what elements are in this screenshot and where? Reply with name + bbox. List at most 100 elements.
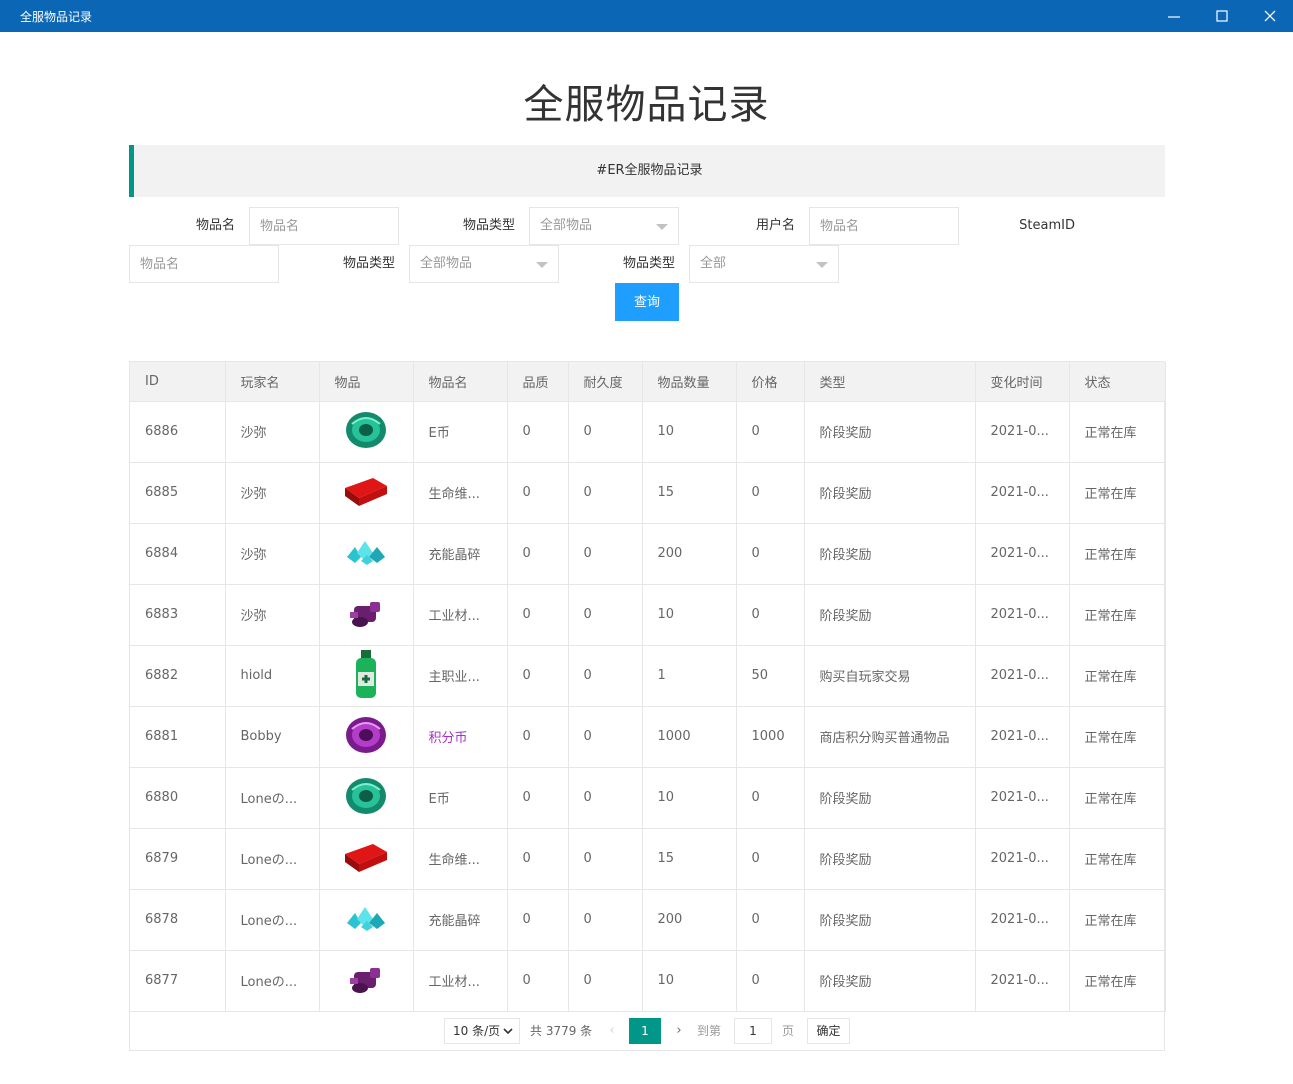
pagination: 10 条/页 共 3779 条 ‹ 1 › 到第 1 页 确定 (130, 1012, 1164, 1050)
col-header-count[interactable]: 物品数量 (642, 362, 737, 402)
cell-item-icon (319, 889, 414, 951)
cell-durability: 0 (568, 889, 643, 951)
cell-quality: 0 (507, 828, 569, 890)
cell-item-name: 主职业... (413, 645, 508, 707)
table-row[interactable]: 6883 沙弥 工业材... 0 0 10 0 阶段奖励 2021-0... 正常在库 (130, 584, 1166, 646)
cell-item-icon (319, 462, 414, 524)
page-size-select[interactable]: 10 条/页 (444, 1018, 520, 1044)
cell-quality: 0 (507, 523, 569, 585)
confirm-button[interactable]: 确定 (807, 1018, 850, 1044)
close-icon[interactable] (1247, 0, 1293, 32)
col-header-player[interactable]: 玩家名 (225, 362, 320, 402)
cell-durability: 0 (568, 950, 643, 1012)
cell-player: Loneの... (225, 889, 320, 951)
goto-page-input[interactable]: 1 (734, 1018, 772, 1044)
cell-time: 2021-0... (975, 706, 1070, 768)
chevron-down-icon (656, 224, 668, 230)
cell-durability: 0 (568, 767, 643, 829)
table-row[interactable]: 6879 Loneの... 生命维... 0 0 15 0 阶段奖励 2021-0... 正常在库 (130, 828, 1166, 890)
username-input[interactable] (809, 207, 959, 245)
cell-player: hiold (225, 645, 320, 707)
cell-quality: 0 (507, 706, 569, 768)
notice-banner: #ER全服物品记录 (129, 145, 1165, 197)
steamid-input[interactable] (129, 245, 279, 283)
cell-status: 正常在库 (1069, 706, 1166, 768)
item-type3-label: 物品类型 (622, 256, 675, 271)
page-size-value: 10 条/页 (453, 1024, 501, 1038)
cell-quality: 0 (507, 889, 569, 951)
green-bottle-icon (351, 648, 381, 704)
crystal-shards-icon (343, 535, 389, 573)
cell-type: 商店积分购买普通物品 (804, 706, 976, 768)
table-row[interactable]: 6880 Loneの... E币 0 0 10 0 阶段奖励 2021-0... 正常在库 (130, 767, 1166, 829)
cell-id: 6879 (130, 828, 226, 890)
cell-item-icon (319, 645, 414, 707)
cell-player: Loneの... (225, 828, 320, 890)
cell-time: 2021-0... (975, 523, 1070, 585)
item-type3-select[interactable]: 全部 (689, 245, 839, 283)
cell-price: 0 (736, 401, 805, 463)
maximize-icon[interactable] (1199, 0, 1245, 32)
table-row[interactable]: 6884 沙弥 充能晶碎 0 0 200 0 阶段奖励 2021-0... 正常在库 (130, 523, 1166, 585)
cell-player: 沙弥 (225, 584, 320, 646)
cell-item-icon (319, 523, 414, 585)
cell-price: 0 (736, 828, 805, 890)
total-count: 共 3779 条 (530, 1024, 593, 1038)
cell-price: 0 (736, 462, 805, 524)
cell-durability: 0 (568, 401, 643, 463)
cell-count: 15 (642, 828, 737, 890)
col-header-item-name[interactable]: 物品名 (413, 362, 508, 402)
item-type2-select[interactable]: 全部物品 (409, 245, 559, 283)
cell-status: 正常在库 (1069, 889, 1166, 951)
table-row[interactable]: 6882 hiold 主职业... 0 0 1 50 购买自玩家交易 2021-0... 正常在库 (130, 645, 1166, 707)
col-header-price[interactable]: 价格 (736, 362, 805, 402)
cell-count: 10 (642, 767, 737, 829)
cell-item-icon (319, 584, 414, 646)
cell-status: 正常在库 (1069, 584, 1166, 646)
cell-type: 阶段奖励 (804, 401, 976, 463)
cell-id: 6877 (130, 950, 226, 1012)
cell-time: 2021-0... (975, 584, 1070, 646)
next-page-icon[interactable]: › (669, 1018, 689, 1044)
item-type-select[interactable]: 全部物品 (529, 207, 679, 245)
cell-count: 15 (642, 462, 737, 524)
current-page-button[interactable]: 1 (629, 1018, 661, 1044)
chevron-down-icon (816, 262, 828, 268)
col-header-status[interactable]: 状态 (1069, 362, 1166, 402)
table-row[interactable]: 6885 沙弥 生命维... 0 0 15 0 阶段奖励 2021-0... 正常在库 (130, 462, 1166, 524)
item-name-input[interactable] (249, 207, 399, 245)
cell-count: 1 (642, 645, 737, 707)
item-name-label: 物品名 (195, 218, 235, 233)
col-header-id[interactable]: ID (130, 362, 226, 402)
prev-page-icon[interactable]: ‹ (602, 1018, 622, 1044)
cell-status: 正常在库 (1069, 523, 1166, 585)
cell-type: 阶段奖励 (804, 523, 976, 585)
col-header-quality[interactable]: 品质 (507, 362, 569, 402)
minimize-icon[interactable] (1151, 0, 1197, 32)
steamid-label: SteamID (1019, 218, 1075, 233)
records-table: ID 玩家名 物品 物品名 品质 耐久度 物品数量 价格 类型 变化时间 状态 … (129, 361, 1166, 1051)
cell-count: 1000 (642, 706, 737, 768)
cell-item-name: 工业材... (413, 584, 508, 646)
query-button[interactable]: 查询 (615, 283, 679, 321)
table-row[interactable]: 6886 沙弥 E币 0 0 10 0 阶段奖励 2021-0... 正常在库 (130, 401, 1166, 463)
cell-time: 2021-0... (975, 767, 1070, 829)
table-row[interactable]: 6878 Loneの... 充能晶碎 0 0 200 0 阶段奖励 2021-0... 正常在库 (130, 889, 1166, 951)
col-header-item[interactable]: 物品 (319, 362, 414, 402)
item-type2-label: 物品类型 (342, 256, 395, 271)
cell-id: 6882 (130, 645, 226, 707)
col-header-time[interactable]: 变化时间 (975, 362, 1070, 402)
table-row[interactable]: 6881 Bobby 积分币 0 0 1000 1000 商店积分购买普通物品 2021-0..… (130, 706, 1166, 768)
cell-id: 6883 (130, 584, 226, 646)
table-row[interactable]: 6877 Loneの... 工业材... 0 0 10 0 阶段奖励 2021-0... 正常在库 (130, 950, 1166, 1012)
cell-quality: 0 (507, 584, 569, 646)
cell-time: 2021-0... (975, 401, 1070, 463)
cell-type: 阶段奖励 (804, 767, 976, 829)
cell-type: 阶段奖励 (804, 462, 976, 524)
col-header-type[interactable]: 类型 (804, 362, 976, 402)
col-header-durability[interactable]: 耐久度 (568, 362, 643, 402)
cell-durability: 0 (568, 828, 643, 890)
cell-id: 6885 (130, 462, 226, 524)
chevron-down-icon (536, 262, 548, 268)
cell-count: 200 (642, 889, 737, 951)
